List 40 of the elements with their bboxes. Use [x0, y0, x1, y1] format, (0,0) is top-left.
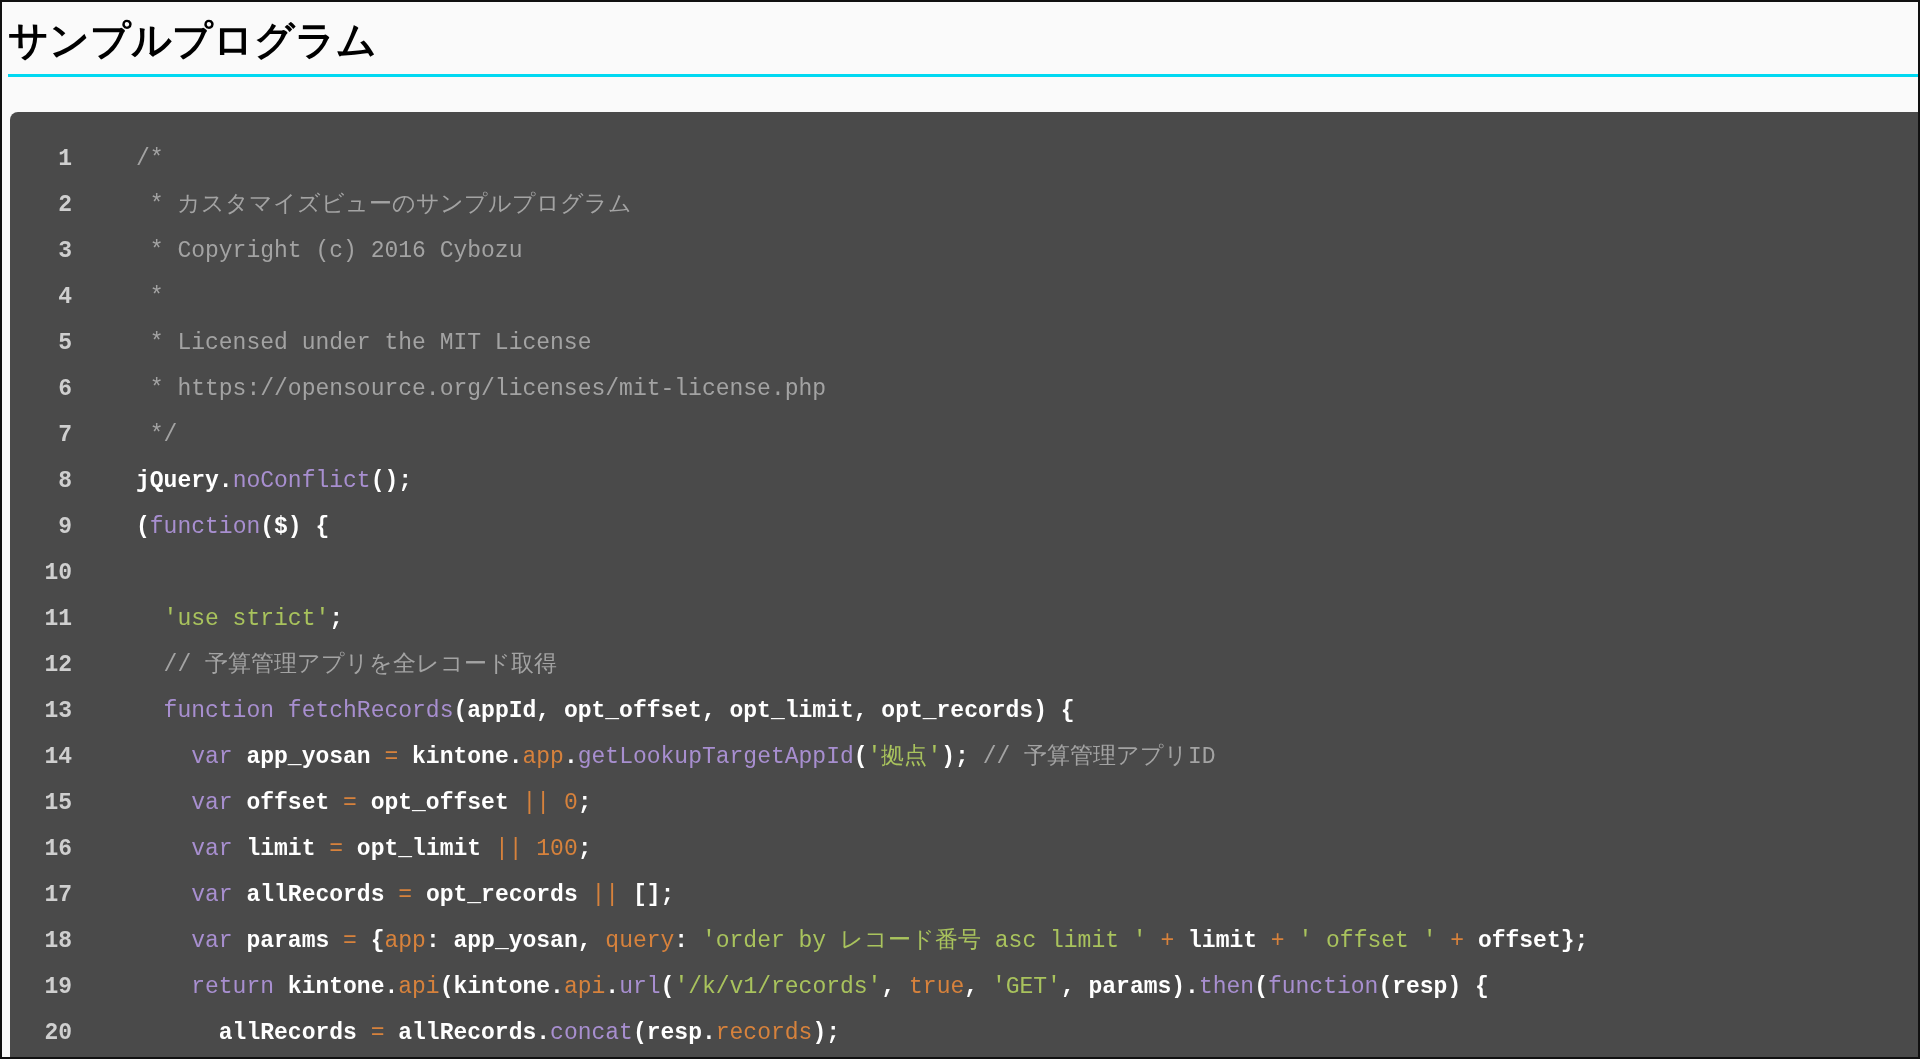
code-line: var allRecords = opt_records || [];: [190, 880, 675, 910]
code-line: /*: [136, 144, 164, 174]
line-number: 11: [43, 604, 72, 634]
code-line: 'use strict';: [162, 604, 344, 634]
line-number: 17: [43, 880, 72, 910]
line-number: 5: [57, 328, 72, 358]
line-number: 7: [57, 420, 72, 450]
code-line: * https://opensource.org/licenses/mit-license.php: [148, 374, 827, 404]
code-line: allRecords = allRecords.concat(resp.records);: [217, 1018, 840, 1048]
line-number: 2: [57, 190, 72, 220]
code-line: * Copyright (c) 2016 Cybozu: [148, 236, 523, 266]
line-number: 14: [43, 742, 72, 772]
line-number: 18: [43, 926, 72, 956]
code-line: */: [148, 420, 178, 450]
line-number: 9: [57, 512, 72, 542]
line-number: 1: [57, 144, 72, 174]
line-number: 16: [43, 834, 72, 864]
code-line: * カスタマイズビューのサンプルプログラム: [148, 190, 633, 220]
line-number: 4: [57, 282, 72, 312]
code-line: *: [148, 282, 164, 312]
line-number: 10: [43, 558, 72, 588]
line-number: 6: [57, 374, 72, 404]
code-line: var offset = opt_offset || 0;: [190, 788, 592, 818]
code-line: * Licensed under the MIT License: [148, 328, 592, 358]
code-line: (function($) {: [136, 512, 330, 542]
page-heading: サンプルプログラム: [7, 16, 378, 64]
line-number: 12: [43, 650, 72, 680]
code-line: var limit = opt_limit || 100;: [190, 834, 592, 864]
line-number: 19: [43, 972, 72, 1002]
code-line: var params = {app: app_yosan, query: 'order by レコード番号 asc limit ' + limit + ' offset ' + offset};: [190, 926, 1589, 956]
code-line: var app_yosan = kintone.app.getLookupTargetAppId('拠点'); // 予算管理アプリID: [190, 742, 1216, 772]
code-line: return kintone.api(kintone.api.url('/k/v1/records', true, 'GET', params).then(function(resp) {: [190, 972, 1489, 1002]
line-number: 8: [57, 466, 72, 496]
line-number: 20: [43, 1018, 72, 1048]
code-line: function fetchRecords(appId, opt_offset, opt_limit, opt_records) {: [162, 696, 1075, 726]
line-number: 13: [43, 696, 72, 726]
line-number: 15: [43, 788, 72, 818]
code-line: jQuery.noConflict();: [136, 466, 413, 496]
line-number: 3: [57, 236, 72, 266]
code-line: // 予算管理アプリを全レコード取得: [162, 650, 557, 680]
